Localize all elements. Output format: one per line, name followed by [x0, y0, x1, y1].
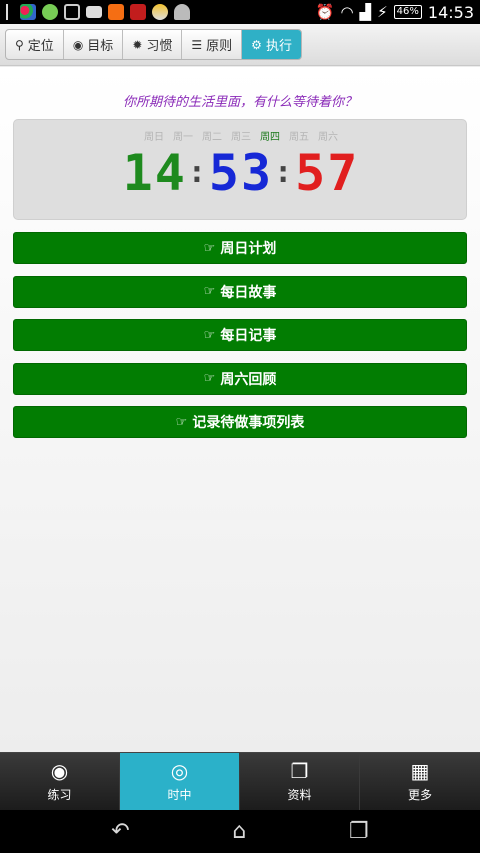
button-label: 每日记事	[220, 328, 277, 344]
android-icon	[174, 4, 190, 20]
clock-hours: 14	[122, 144, 187, 202]
clock-minutes: 53	[208, 144, 274, 202]
daily-story-button[interactable]: ☞ 每日故事	[13, 275, 467, 308]
digital-clock: 14 : 53 : 57	[14, 146, 468, 200]
weekday-label: 周五	[289, 132, 309, 143]
nav-timing[interactable]: ◎ 时中	[120, 753, 240, 810]
tab-habits[interactable]: ✹ 习惯	[123, 30, 183, 59]
clock-colon: :	[274, 155, 295, 190]
wifi-icon: ◠	[340, 3, 354, 21]
home-icon[interactable]: ⌂	[232, 819, 246, 844]
eye-icon: ◉	[50, 759, 69, 783]
clock-seconds: 57	[295, 144, 360, 202]
cogs-icon: ⚙	[251, 37, 262, 52]
nav-label: 时中	[167, 788, 192, 802]
button-label: 周六回顾	[220, 371, 277, 388]
tab-label: 目标	[87, 39, 114, 54]
tab-principles[interactable]: ☰ 原则	[182, 30, 243, 59]
todo-list-button[interactable]: ☞ 记录待做事项列表	[13, 406, 467, 438]
main-content: 你所期待的生活里面，有什么等待着你？ 周日 周一 周二 周三 周四 周五 周六 …	[0, 67, 480, 752]
gear-icon: ✹	[132, 37, 143, 52]
status-time: 14:53	[427, 2, 474, 22]
mail-icon	[86, 6, 102, 18]
weekday-label: 周三	[231, 132, 251, 143]
sunday-plan-button[interactable]: ☞ 周日计划	[13, 232, 467, 264]
nav-label: 练习	[47, 788, 72, 802]
tab-label: 习惯	[146, 39, 173, 54]
system-nav-bar: ↶ ⌂ ❐	[0, 810, 480, 853]
hand-pointer-icon: ☞	[203, 327, 216, 343]
list-icon: ☰	[191, 37, 203, 52]
button-label: 周日计划	[220, 241, 277, 257]
nav-label: 资料	[287, 788, 312, 802]
battery-indicator: 46%	[393, 5, 422, 19]
usb-icon	[6, 4, 14, 20]
action-list: ☞ 周日计划 ☞ 每日故事 ☞ 每日记事 ☞ 周六回顾 ☞ 记录待做事项列表	[13, 232, 467, 450]
bottom-nav: ◉ 练习 ◎ 时中 ❐ 资料 ▦ 更多	[0, 752, 480, 810]
top-toolbar: ⚲ 定位 ◉ 目标 ✹ 习惯 ☰ 原则 ⚙ 执行	[0, 24, 480, 66]
recent-apps-icon[interactable]: ❐	[349, 819, 369, 844]
status-bar: ⏰ ◠ ▟ ⚡ 46% 14:53	[0, 0, 480, 24]
hand-pointer-icon: ☞	[203, 284, 216, 299]
weekday-label-today: 周四	[260, 132, 280, 143]
target-circle-icon: ◎	[170, 759, 189, 783]
charging-icon: ⚡	[377, 3, 388, 21]
image-icon	[64, 4, 80, 20]
tab-label: 执行	[265, 39, 292, 54]
daily-notes-button[interactable]: ☞ 每日记事	[13, 319, 467, 351]
nav-more[interactable]: ▦ 更多	[360, 753, 480, 810]
nav-label: 更多	[407, 788, 432, 802]
weather-icon	[152, 4, 168, 20]
alarm-icon: ⏰	[315, 3, 335, 21]
taobao-icon	[108, 4, 124, 20]
tab-positioning[interactable]: ⚲ 定位	[6, 30, 64, 59]
back-icon[interactable]: ↶	[111, 819, 129, 844]
nav-materials[interactable]: ❐ 资料	[240, 753, 360, 810]
festival-icon	[130, 4, 146, 20]
tab-label: 定位	[27, 39, 54, 54]
button-label: 每日故事	[220, 284, 277, 301]
hand-pointer-icon: ☞	[175, 414, 188, 430]
weekday-label: 周二	[202, 132, 222, 143]
files-icon: ❐	[290, 759, 309, 783]
clock-panel: 周日 周一 周二 周三 周四 周五 周六 14 : 53 : 57	[13, 119, 467, 220]
weekday-label: 周日	[144, 132, 164, 143]
button-label: 记录待做事项列表	[192, 415, 305, 431]
app-icon	[20, 4, 36, 20]
signal-icon: ▟	[359, 3, 372, 21]
grid-icon: ▦	[410, 759, 430, 783]
tab-group: ⚲ 定位 ◉ 目标 ✹ 习惯 ☰ 原则 ⚙ 执行	[5, 29, 302, 60]
map-marker-icon: ⚲	[15, 37, 24, 52]
prompt-text: 你所期待的生活里面，有什么等待着你？	[122, 95, 357, 110]
chat-icon	[42, 4, 58, 20]
clock-colon: :	[187, 155, 208, 190]
weekday-row: 周日 周一 周二 周三 周四 周五 周六	[14, 128, 468, 143]
tab-goals[interactable]: ◉ 目标	[64, 30, 124, 59]
saturday-review-button[interactable]: ☞ 周六回顾	[13, 362, 467, 395]
tab-execute[interactable]: ⚙ 执行	[242, 30, 301, 59]
tab-label: 原则	[206, 39, 233, 54]
weekday-label: 周一	[173, 132, 193, 143]
weekday-label: 周六	[318, 132, 338, 143]
target-icon: ◉	[72, 37, 84, 52]
nav-practice[interactable]: ◉ 练习	[0, 753, 120, 810]
hand-pointer-icon: ☞	[203, 371, 216, 386]
hand-pointer-icon: ☞	[203, 240, 216, 256]
